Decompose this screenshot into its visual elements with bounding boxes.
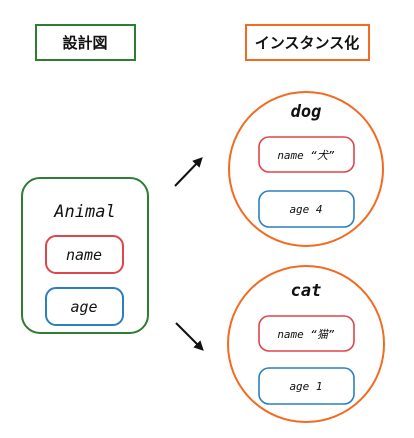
blueprint-label: 設計図 [62, 34, 107, 52]
instance-dog-title: dog [291, 102, 322, 122]
arrow-to-dog [174, 157, 203, 187]
arrow-to-cat [175, 322, 204, 351]
diagram-canvas: 設計図 インスタンス化 Animal name age dog name “犬”… [21, 24, 385, 423]
class-field-age-label: age [70, 298, 97, 316]
instantiation-label: インスタンス化 [255, 34, 359, 52]
instance-dog-field-name-label: name “犬” [277, 149, 335, 162]
instance-cat-title: cat [291, 281, 322, 301]
instance-dog-field-age-label: age 4 [289, 203, 322, 216]
instance-cat-field-age-label: age 1 [289, 380, 322, 393]
class-field-name-label: name [66, 246, 102, 264]
class-title: Animal [53, 202, 115, 222]
instance-cat-field-name-label: name “猫” [277, 328, 335, 341]
